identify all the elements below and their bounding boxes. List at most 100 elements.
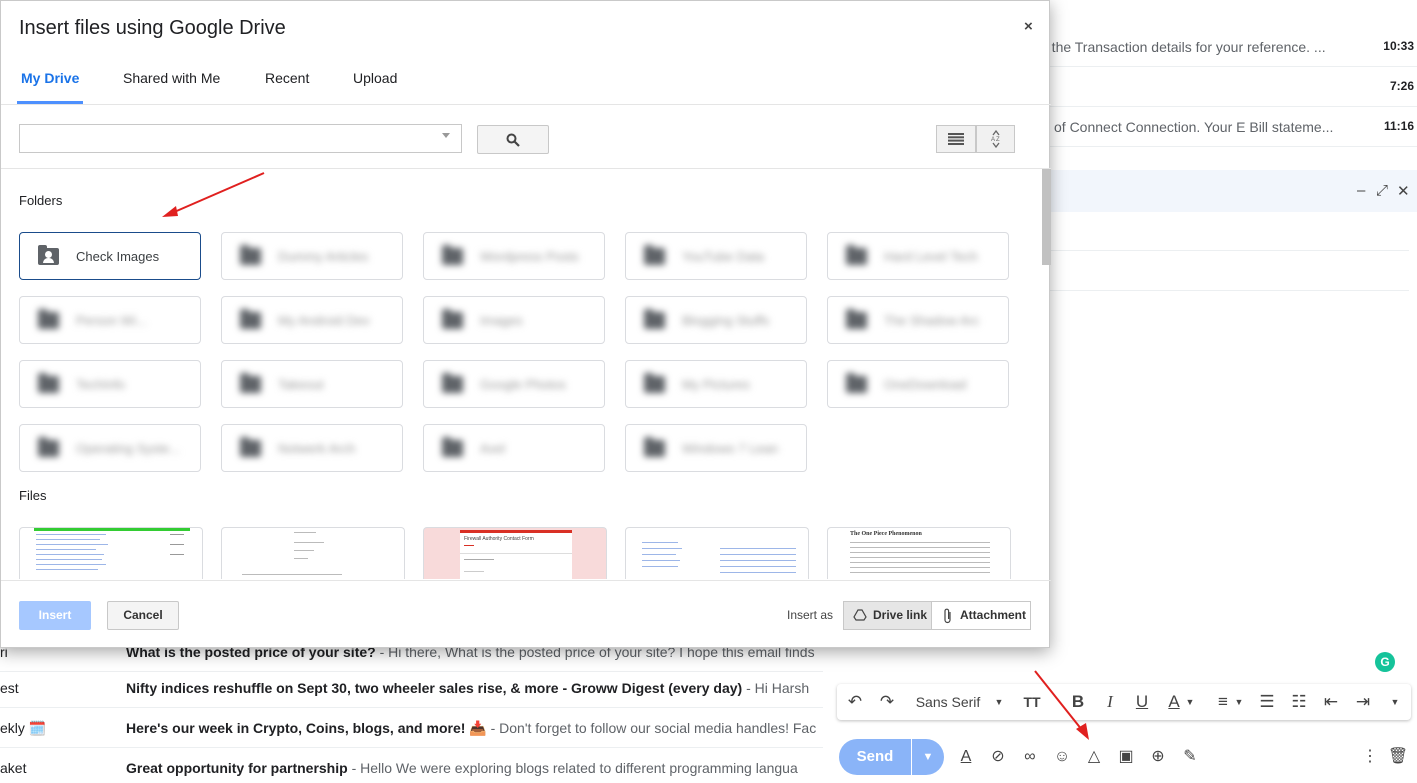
folder-item[interactable]: The Shadow Arc [827,296,1009,344]
folder-item[interactable]: TechInfo [19,360,201,408]
link-icon[interactable]: ∞ [1019,746,1041,768]
inbox-row[interactable]: aket Great opportunity for partnership -… [0,748,830,783]
form-line [464,571,484,572]
doc-line [850,557,990,558]
expand-icon[interactable]: ⤢ [1376,182,1388,199]
send-options-button[interactable]: ▼ [912,739,944,775]
undo-icon[interactable]: ↶ [845,690,865,714]
file-thumbnail[interactable]: The One Piece Phenomenon [827,527,1011,579]
file-thumbnail[interactable]: Firewall Authority Contact Form [423,527,607,579]
folder-item[interactable]: Hard Level Tech [827,232,1009,280]
inbox-sender: aket [0,760,27,776]
chevron-down-icon[interactable]: ▼ [1234,690,1244,714]
align-icon[interactable]: ≡ [1213,690,1233,714]
trash-icon[interactable]: 🗑 [1387,746,1409,768]
tab-upload[interactable]: Upload [353,70,397,86]
folder-name: TechInfo [76,377,126,392]
form-card: Firewall Authority Contact Form [460,530,572,579]
tab-my-drive[interactable]: My Drive [21,70,79,86]
bold-icon[interactable]: B [1069,690,1087,714]
confidential-icon[interactable]: ⊕ [1147,746,1169,768]
folder-item[interactable]: Windows 7 Lean [625,424,807,472]
emoji-icon[interactable]: ☺ [1051,746,1073,768]
cancel-button[interactable]: Cancel [107,601,179,630]
folder-item[interactable]: Dummy Articles [221,232,403,280]
folder-item[interactable]: Notwerk Arch [221,424,403,472]
inbox-sender: est [0,680,19,696]
image-icon[interactable]: ▣ [1115,746,1137,768]
google-drive-icon[interactable]: △ [1083,746,1105,768]
folder-icon [38,437,59,457]
grammarly-icon[interactable]: G [1375,652,1395,672]
chevron-down-icon[interactable]: ▼ [1185,690,1195,714]
doc-line [850,547,990,548]
sheet-line [36,569,98,570]
inbox-preview: - Don't forget to follow our social medi… [486,720,817,736]
chevron-down-icon[interactable] [442,133,450,138]
folder-name: Check Images [76,249,160,264]
attachment-toggle[interactable]: Attachment [931,601,1031,630]
close-icon[interactable]: ✕ [1397,182,1410,200]
insert-button[interactable]: Insert [19,601,91,630]
folder-item[interactable]: Check Images [19,232,201,280]
more-formatting-icon[interactable]: ▼ [1389,690,1401,714]
numbered-list-icon[interactable]: ☰ [1257,690,1277,714]
folder-item[interactable]: OneDownload [827,360,1009,408]
inbox-sender: ekly 🗓️ [0,720,47,736]
folder-icon [846,245,867,265]
folder-icon [644,245,665,265]
folder-item[interactable]: Images [423,296,605,344]
file-thumbnail[interactable] [19,527,203,579]
indent-less-icon[interactable]: ⇤ [1321,690,1341,714]
search-button[interactable] [477,125,549,154]
folder-item[interactable]: YouTube Data [625,232,807,280]
svg-text:Z: Z [996,137,1000,143]
close-icon[interactable]: × [1024,18,1033,35]
folder-icon [644,437,665,457]
folder-item[interactable]: Google Photos [423,360,605,408]
folder-item[interactable]: Person Wi... [19,296,201,344]
folder-icon [846,309,867,329]
signature-icon[interactable]: ✎ [1179,746,1201,768]
drive-link-toggle[interactable]: Drive link [843,601,932,630]
inbox-row[interactable]: est Nifty indices reshuffle on Sept 30, … [0,668,830,708]
more-options-icon[interactable]: ⋮ [1359,746,1381,768]
indent-more-icon[interactable]: ⇥ [1353,690,1373,714]
folder-item[interactable]: Axel [423,424,605,472]
attach-icon[interactable]: ⊘ [987,746,1009,768]
folder-item[interactable]: Takeout [221,360,403,408]
folder-item[interactable]: Operating Syste... [19,424,201,472]
formatting-icon[interactable]: A [955,746,977,768]
chevron-down-icon[interactable]: ▼ [993,690,1005,714]
folder-icon [442,309,463,329]
italic-icon[interactable]: I [1101,690,1119,714]
send-button[interactable]: Send [839,739,911,775]
folders-heading: Folders [19,193,63,208]
tab-shared-with-me[interactable]: Shared with Me [123,70,220,86]
minimize-icon[interactable]: – [1357,182,1365,199]
footer-divider [1,580,1051,581]
file-thumbnail[interactable] [625,527,809,579]
folder-name: Images [480,313,523,328]
folder-item[interactable]: Wordpress Posts [423,232,605,280]
text-size-icon[interactable]: TT [1021,690,1043,714]
sheet-line [642,560,680,561]
scrollbar-thumb[interactable] [1042,169,1051,265]
tab-recent[interactable]: Recent [265,70,309,86]
file-thumbnail[interactable] [221,527,405,579]
sort-button[interactable]: A Z [976,125,1015,153]
font-select[interactable]: Sans Serif [913,690,983,714]
underline-icon[interactable]: U [1133,690,1151,714]
inbox-row[interactable]: ekly 🗓️ Here's our week in Crypto, Coins… [0,708,830,748]
folder-item[interactable]: My Pictures [625,360,807,408]
text-color-icon[interactable]: A [1165,690,1183,714]
insert-as-label: Insert as [787,608,834,622]
folder-item[interactable]: Blogging Stuffs [625,296,807,344]
search-input[interactable] [19,124,462,153]
screen: e the Transaction details for your refer… [0,0,1417,783]
google-drive-icon [853,609,867,621]
list-view-button[interactable] [936,125,976,153]
redo-icon[interactable]: ↷ [877,690,897,714]
bulleted-list-icon[interactable]: ☷ [1289,690,1309,714]
folder-item[interactable]: My Android Dev [221,296,403,344]
